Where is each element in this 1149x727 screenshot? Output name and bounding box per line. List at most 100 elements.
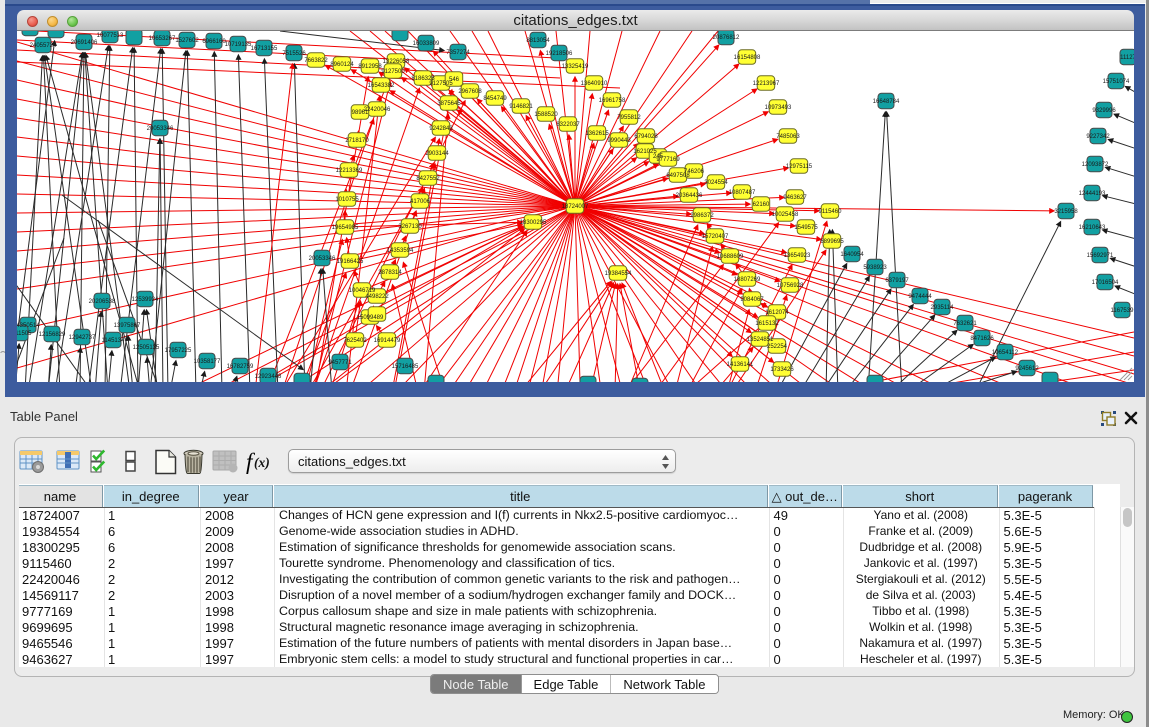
svg-text:10653267: 10653267: [149, 36, 176, 42]
svg-text:15716485: 15716485: [392, 364, 419, 370]
svg-text:20364436: 20364436: [676, 193, 703, 199]
svg-text:17016504: 17016504: [1092, 280, 1119, 286]
svg-text:9329996: 9329996: [1092, 108, 1116, 114]
svg-text:7357274: 7357274: [446, 50, 470, 56]
svg-text:15751074: 15751074: [1103, 79, 1130, 85]
svg-text:24055724: 24055724: [30, 43, 57, 49]
svg-text:252254: 252254: [767, 344, 788, 350]
svg-text:19218506: 19218506: [546, 51, 573, 57]
svg-text:7625402: 7625402: [343, 338, 367, 344]
svg-text:1612074: 1612074: [765, 310, 789, 316]
svg-text:20053346: 20053346: [147, 126, 174, 132]
svg-text:10077513: 10077513: [97, 33, 124, 39]
svg-text:7515526: 7515526: [282, 51, 306, 57]
svg-text:4350514: 4350514: [17, 323, 40, 329]
svg-text:12942737: 12942737: [69, 335, 96, 341]
svg-text:13524851: 13524851: [747, 337, 774, 343]
svg-text:10688609: 10688609: [717, 254, 744, 260]
svg-text:546: 546: [449, 77, 460, 83]
svg-text:20206538: 20206538: [89, 299, 116, 305]
svg-text:13325419: 13325419: [562, 64, 589, 70]
svg-text:19654985: 19654985: [332, 225, 359, 231]
svg-text:10654112: 10654112: [992, 350, 1019, 356]
svg-text:(x): (x): [254, 455, 270, 470]
svg-text:7663822: 7663822: [304, 58, 328, 64]
svg-text:9777169: 9777169: [656, 157, 680, 163]
svg-text:12093872: 12093872: [1082, 162, 1109, 168]
svg-text:1615132: 1615132: [755, 321, 779, 327]
svg-text:16961758: 16961758: [599, 98, 626, 104]
svg-text:6379197: 6379197: [885, 278, 909, 284]
svg-text:9457771: 9457771: [328, 360, 352, 366]
svg-text:7632621: 7632621: [953, 321, 977, 327]
svg-text:8454749: 8454749: [483, 96, 507, 102]
svg-text:6966160: 6966160: [202, 39, 226, 45]
svg-text:10719135: 10719135: [225, 42, 252, 48]
svg-text:14353594: 14353594: [387, 248, 414, 254]
svg-text:13640910: 13640910: [581, 81, 608, 87]
svg-text:417006: 417006: [410, 199, 431, 205]
svg-text:16033809: 16033809: [413, 41, 440, 47]
svg-text:2967608: 2967608: [458, 89, 482, 95]
svg-text:3215958: 3215958: [1054, 209, 1078, 215]
svg-text:9474444: 9474444: [908, 294, 932, 300]
svg-text:15692971: 15692971: [1087, 253, 1114, 259]
svg-text:16648784: 16648784: [873, 99, 900, 105]
svg-text:18300295: 18300295: [520, 220, 547, 226]
svg-text:12505135: 12505135: [133, 345, 160, 351]
svg-text:9990443: 9990443: [607, 138, 631, 144]
svg-text:3024554: 3024554: [704, 180, 728, 186]
svg-text:17957225: 17957225: [165, 348, 192, 354]
svg-text:2986372: 2986372: [690, 213, 714, 219]
svg-text:15720407: 15720407: [702, 234, 729, 240]
svg-text:9242843: 9242843: [429, 126, 453, 132]
svg-text:16914479: 16914479: [374, 338, 401, 344]
svg-text:3875645: 3875645: [437, 101, 461, 107]
svg-text:18807269: 18807269: [734, 277, 761, 283]
svg-text:3267130: 3267130: [398, 224, 422, 230]
svg-text:12444193: 12444193: [1079, 191, 1106, 197]
svg-text:1588520: 1588520: [534, 112, 558, 118]
svg-text:1167539: 1167539: [1111, 308, 1134, 314]
svg-text:9084067: 9084067: [740, 297, 764, 303]
svg-text:9146821: 9146821: [509, 104, 533, 110]
svg-text:16782759: 16782759: [227, 364, 254, 370]
svg-text:10756928: 10756928: [777, 283, 804, 289]
svg-text:62160: 62160: [753, 202, 770, 208]
svg-text:1549575: 1549575: [794, 225, 818, 231]
svg-text:7955812: 7955812: [617, 115, 641, 121]
svg-text:20053346: 20053346: [309, 256, 336, 262]
svg-text:10973493: 10973493: [765, 105, 792, 111]
svg-text:13226058: 13226058: [383, 59, 410, 65]
svg-text:12975115: 12975115: [786, 164, 813, 170]
svg-text:16154808: 16154808: [734, 55, 761, 61]
svg-text:9245612: 9245612: [1015, 366, 1039, 372]
svg-text:12539924: 12539924: [132, 297, 159, 303]
svg-text:14136141: 14136141: [727, 362, 754, 368]
svg-text:1145134: 1145134: [102, 338, 126, 344]
svg-text:16210643: 16210643: [1079, 225, 1106, 231]
svg-text:2718170: 2718170: [345, 138, 369, 144]
svg-text:1640954: 1640954: [840, 252, 864, 258]
svg-text:3878314: 3878314: [378, 270, 402, 276]
svg-text:18724007: 18724007: [562, 204, 589, 210]
svg-text:6794028: 6794028: [634, 134, 658, 140]
svg-text:9127500: 9127500: [381, 69, 405, 75]
svg-text:2903144: 2903144: [425, 151, 449, 157]
svg-text:7485063: 7485063: [776, 134, 800, 140]
svg-text:12156829: 12156829: [39, 332, 66, 338]
svg-text:19166425: 19166425: [337, 259, 364, 265]
svg-text:1733426: 1733426: [770, 367, 794, 373]
svg-text:9115460: 9115460: [819, 209, 843, 215]
svg-text:8322037: 8322037: [556, 122, 580, 128]
svg-text:2935114: 2935114: [931, 305, 955, 311]
svg-text:12213369: 12213369: [336, 168, 363, 174]
svg-text:8471626: 8471626: [970, 336, 994, 342]
svg-text:8813054: 8813054: [526, 38, 550, 44]
svg-text:8427552: 8427552: [416, 176, 440, 182]
svg-text:9463627: 9463627: [783, 195, 807, 201]
svg-text:98961: 98961: [352, 110, 369, 116]
svg-text:1362615: 1362615: [585, 131, 609, 137]
svg-text:9227342: 9227342: [1086, 134, 1110, 140]
svg-text:10358177: 10358177: [194, 359, 221, 365]
